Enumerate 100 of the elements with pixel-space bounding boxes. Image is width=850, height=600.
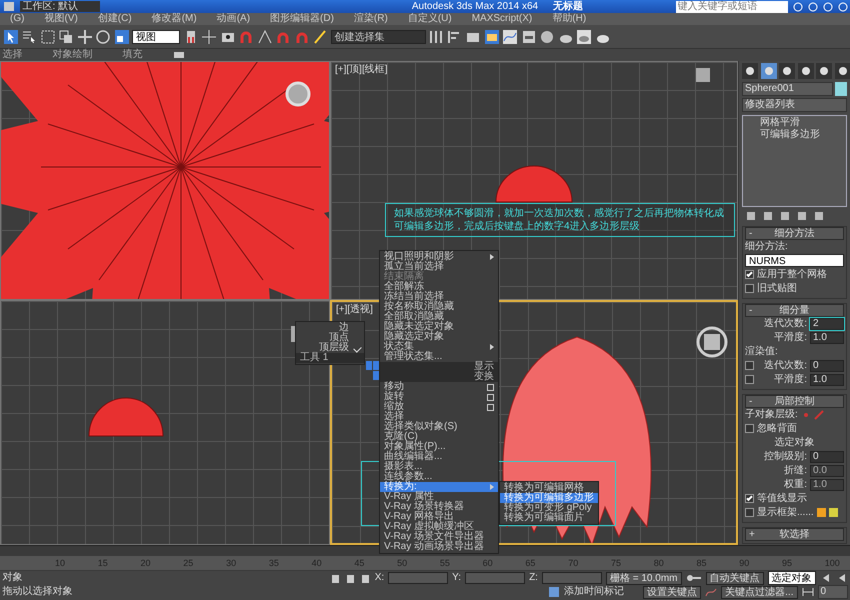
window-crossing-icon[interactable] (58, 28, 74, 44)
rendered-frame-icon[interactable] (576, 28, 592, 44)
checkbox[interactable] (745, 375, 754, 384)
ribbon-tab[interactable]: 选择 (2, 49, 22, 61)
menu-item[interactable]: 全部取消隐藏 (380, 312, 498, 322)
modifier-stack-list[interactable]: 网格平滑 可编辑多边形 (742, 115, 847, 207)
ribbon-tab[interactable]: 对象绘制 (52, 49, 92, 61)
menu-item[interactable]: V-Ray 虚拟帧缓冲区 (380, 522, 498, 532)
settings-box-icon[interactable] (487, 404, 494, 410)
settings-box-icon[interactable] (487, 394, 494, 400)
mirror-icon[interactable] (428, 28, 444, 44)
view-cube-icon[interactable] (696, 326, 728, 358)
settings-box-icon[interactable] (487, 384, 494, 390)
rollout-header[interactable]: - 细分量 (745, 304, 844, 316)
menu-item[interactable]: 转换为: (380, 482, 498, 492)
folder-icon[interactable] (484, 28, 500, 44)
coordinate-field[interactable] (542, 572, 602, 584)
modifier-list-dropdown[interactable]: 修改器列表 (742, 98, 847, 112)
menu-item[interactable]: V-Ray 属性 (380, 492, 498, 502)
coordinate-field[interactable] (388, 572, 448, 584)
schematic-view-icon[interactable] (520, 28, 536, 44)
snap-toggle-icon[interactable] (238, 28, 254, 44)
menu-item[interactable]: (G) (0, 13, 34, 25)
key-mode-icon[interactable] (802, 587, 814, 597)
menu-item[interactable]: 缩放 (380, 402, 498, 412)
color-swatch[interactable] (816, 508, 826, 517)
menu-item[interactable]: 移动 (380, 382, 498, 392)
menu-item[interactable]: 连线参数... (380, 472, 498, 482)
select-by-name-icon[interactable] (21, 28, 37, 44)
scale-icon[interactable] (114, 28, 130, 44)
checkbox[interactable] (745, 424, 754, 433)
rollout-header[interactable]: - 细分方法 (745, 226, 844, 240)
menu-item[interactable]: 转换为可编辑多边形 (500, 493, 598, 503)
checkbox[interactable] (745, 494, 754, 503)
spinner-field[interactable]: 2 (810, 318, 844, 330)
menu-item[interactable]: 状态集 (380, 342, 498, 352)
method-dropdown[interactable]: NURMS (745, 254, 844, 267)
viewport-label[interactable]: [+][透视] (336, 304, 373, 316)
spinner-field[interactable]: 0 (810, 360, 844, 372)
menu-item[interactable]: 视图(V) (34, 13, 88, 25)
menu-item[interactable]: 旋转 (380, 392, 498, 402)
manipulate-icon[interactable] (201, 28, 217, 44)
menu-item[interactable]: 图形编辑器(D) (260, 13, 344, 25)
key-icon[interactable] (686, 572, 702, 584)
menu-item[interactable]: 克隆(C) (380, 432, 498, 442)
key-filters-button[interactable]: 关键点过滤器... (721, 586, 798, 598)
viewport-label[interactable]: [+][顶][线框] (335, 64, 388, 76)
menu-item[interactable]: V-Ray 动画场景导出器 (380, 542, 498, 552)
menu-item[interactable]: 管理状态集... (380, 352, 498, 362)
rotate-icon[interactable] (95, 28, 111, 44)
menu-item[interactable]: MAXScript(X) (462, 13, 542, 25)
checkbox[interactable] (745, 284, 754, 293)
menu-item[interactable]: 修改器(M) (142, 13, 207, 25)
menu-item[interactable]: 隐藏未选定对象 (380, 322, 498, 332)
spinner-field[interactable]: 1.0 (810, 374, 844, 386)
menu-item[interactable]: 动画(A) (206, 13, 260, 25)
view-dropdown[interactable]: 视图 (132, 30, 180, 44)
menu-item[interactable]: 视口照明和阴影 (380, 252, 498, 262)
rollout-header[interactable]: + 软选择 (745, 528, 844, 540)
stack-item[interactable]: 网格平滑 (746, 117, 843, 129)
menu-item[interactable]: 冻结当前选择 (380, 292, 498, 302)
steering-wheel-icon[interactable] (286, 82, 310, 106)
menu-item[interactable]: 全部解冻 (380, 282, 498, 292)
color-swatch[interactable] (828, 508, 838, 517)
spinner-field[interactable]: 0 (810, 450, 844, 462)
selected-object-dropdown[interactable]: 选定对象 (768, 571, 816, 585)
angle-snap-icon[interactable] (256, 28, 272, 44)
edit-named-selection-icon[interactable] (312, 28, 328, 44)
menu-item[interactable]: 创建(C) (88, 13, 142, 25)
menu-item[interactable]: 帮助(H) (542, 13, 596, 25)
menu-item[interactable]: 渲染(R) (344, 13, 398, 25)
selection-set-dropdown[interactable]: 创建选择集 (330, 30, 426, 44)
move-icon[interactable] (76, 28, 92, 44)
select-object-icon[interactable] (2, 28, 18, 44)
workspace-dropdown[interactable]: 工作区: 默认 (20, 1, 100, 12)
spinner-field[interactable]: 1.0 (810, 332, 844, 344)
menu-item[interactable]: V-Ray 场景转换器 (380, 502, 498, 512)
menu-item[interactable]: 转换为可编辑面片 (500, 513, 598, 523)
key-filter-icon[interactable] (705, 587, 718, 597)
menu-item[interactable]: 隐藏选定对象 (380, 332, 498, 342)
menu-item[interactable]: 自定义(U) (398, 13, 462, 25)
menu-item[interactable]: 摄影表... (380, 462, 498, 472)
coordinate-field[interactable] (465, 572, 526, 584)
menu-item[interactable]: 选择 (380, 412, 498, 422)
curve-editor-icon[interactable] (502, 28, 518, 44)
menu-item[interactable]: 对象属性(P)... (380, 442, 498, 452)
time-tag-icon[interactable] (548, 586, 560, 598)
checkbox[interactable] (745, 508, 754, 517)
auto-key-button[interactable]: 自动关键点 (706, 572, 764, 584)
menu-item[interactable]: 转换为可变形 gPoly (500, 503, 598, 513)
menu-item[interactable]: 转换为可编辑网格 (500, 483, 598, 493)
ribbon-tab[interactable]: 填充 (122, 49, 142, 61)
rollout-header[interactable]: - 局部控制 (745, 394, 844, 408)
object-color-swatch[interactable] (835, 82, 847, 96)
menu-item[interactable]: V-Ray 场景文件导出器 (380, 532, 498, 542)
object-name-field[interactable]: Sphere001 (742, 82, 832, 96)
menu-item[interactable]: V-Ray 网格导出 (380, 512, 498, 522)
menu-item[interactable]: 按名称取消隐藏 (380, 302, 498, 312)
menu-item[interactable]: 孤立当前选择 (380, 262, 498, 272)
frame-field[interactable]: 0 (818, 585, 848, 599)
